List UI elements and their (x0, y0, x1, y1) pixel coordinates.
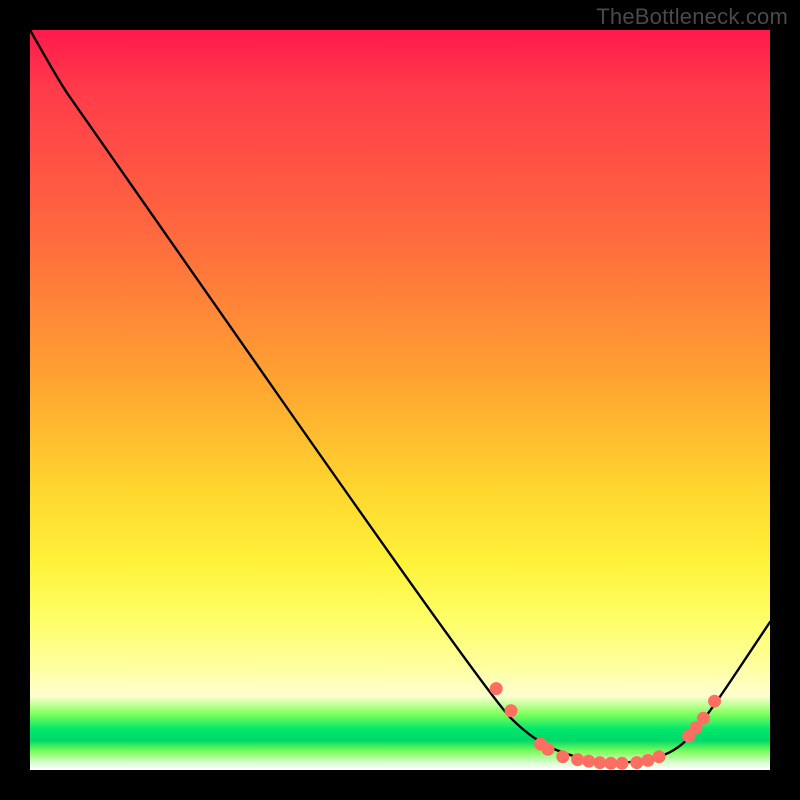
curve-marker (572, 754, 584, 766)
curve-marker (653, 751, 665, 763)
curve-marker (709, 695, 721, 707)
curve-layer (30, 30, 770, 770)
curve-marker (605, 757, 617, 769)
curve-marker (490, 683, 502, 695)
curve-marker (583, 755, 595, 767)
curve-marker (542, 743, 554, 755)
curve-marker (631, 757, 643, 769)
curve-markers (490, 683, 720, 770)
chart-frame: TheBottleneck.com (0, 0, 800, 800)
plot-area (30, 30, 770, 770)
curve-marker (616, 757, 628, 769)
bottleneck-curve (30, 30, 770, 763)
watermark-text: TheBottleneck.com (596, 4, 788, 30)
curve-marker (594, 757, 606, 769)
curve-marker (557, 751, 569, 763)
curve-marker (697, 712, 709, 724)
curve-marker (505, 705, 517, 717)
curve-marker (642, 754, 654, 766)
